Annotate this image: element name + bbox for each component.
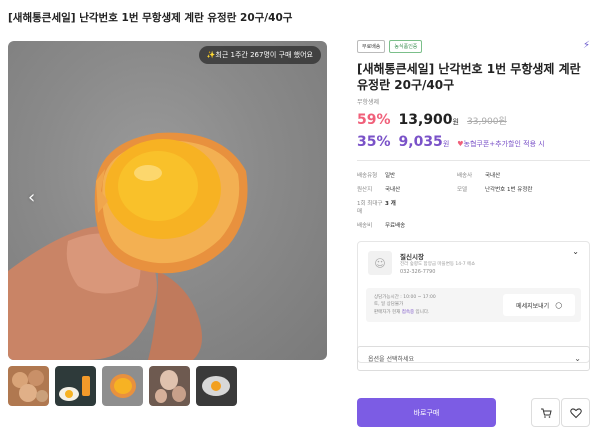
chat-bubble-icon: ◯ (555, 301, 562, 309)
product-subname: 무항생제 (357, 99, 380, 106)
option-select-placeholder: 옵션을 선택하세요 (368, 356, 415, 363)
coupon-currency-unit: 원 (442, 140, 450, 148)
info-key: 배송사 (457, 173, 473, 179)
max-quantity: 3 개 (385, 201, 396, 207)
option-select[interactable]: 옵션을 선택하세요 ⌄ (357, 346, 590, 371)
info-key: 모델 (457, 187, 468, 193)
price-row: 59% 13,900원 33,900원 (357, 112, 590, 128)
chevron-left-icon[interactable]: ‹ (28, 189, 35, 207)
share-icon[interactable]: ⚡ (583, 40, 590, 51)
info-key: 배송유형 (357, 173, 378, 179)
info-key: 원산지 (357, 187, 373, 193)
buy-now-label: 바로구매 (413, 408, 440, 417)
chevron-down-icon: ⌄ (574, 354, 581, 363)
seller-name: 질신시장 (400, 253, 424, 261)
tag-free-shipping: 무료배송 (357, 40, 386, 53)
product-name: [새해통큰세일] 난각번호 1번 무항생제 계란 유정란 20구/40구 (357, 62, 581, 92)
info-key: 1회 최대구매 (357, 201, 383, 215)
coupon-price: 9,035원 (399, 134, 450, 150)
info-value: 일반 (385, 173, 396, 179)
coupon-label: 농협쿠폰+추가할인 적용 시 (463, 140, 545, 148)
main-product-image[interactable]: ✨최근 1주간 267명이 구매 했어요 ‹ › (8, 41, 327, 360)
status-suffix: 입니다. (414, 310, 430, 315)
page-title: [새해통큰세일] 난각번호 1번 무항생제 계란 유정란 20구/40구 (8, 12, 293, 24)
thumbnail-list (8, 366, 237, 406)
currency-unit: 원 (452, 118, 459, 126)
product-info-panel: 무료배송 농식품인증 ⚡ [새해통큰세일] 난각번호 1번 무항생제 계란 유정… (357, 40, 590, 363)
status-online: 접속중 (401, 310, 415, 315)
buy-now-button[interactable]: 바로구매 (357, 398, 496, 427)
tag-list: 무료배송 농식품인증 (357, 40, 590, 53)
info-value: 무료배송 (385, 223, 406, 229)
consult-hours-line: 상담가능시간 : 10:00 ~ 17:00 (374, 295, 436, 300)
thumbnail-4[interactable] (149, 366, 190, 406)
info-key (457, 199, 485, 215)
chevron-down-icon[interactable]: ⌄ (572, 247, 579, 256)
thumbnail-3[interactable] (102, 366, 143, 406)
seller-address: 전라 숲향도 함양금 마을변동 14-7 에쇼 (400, 262, 476, 267)
cart-button[interactable] (531, 398, 560, 427)
coupon-text: ♥농협쿠폰+추가할인 적용 시 (457, 139, 544, 149)
info-value: 난각번호 1번 유정란 (485, 187, 533, 193)
info-value (485, 199, 590, 215)
info-value (485, 221, 590, 229)
seller-card[interactable]: ☺ 질신시장 전라 숲향도 함양금 마을변동 14-7 에쇼 032-326-7… (357, 241, 590, 363)
thumbnail-1[interactable] (8, 366, 49, 406)
heart-outline-icon (569, 407, 582, 418)
seller-phone: 032-326-7790 (400, 269, 436, 275)
send-message-label: 메세지보내기 (516, 302, 550, 310)
seller-status: 판매자가 현재 접속중 입니다. (374, 309, 429, 315)
coupon-price-row: 35% 9,035원 ♥농협쿠폰+추가할인 적용 시 (357, 134, 590, 150)
send-message-button[interactable]: 메세지보내기 ◯ (503, 294, 575, 316)
thumbnail-2[interactable] (55, 366, 96, 406)
info-value: 국내산 (485, 173, 501, 179)
info-key (457, 221, 485, 229)
original-price: 33,900원 (467, 117, 507, 127)
sale-price: 13,900원 (399, 112, 459, 128)
wishlist-button[interactable] (561, 398, 590, 427)
consult-box: 상담가능시간 : 10:00 ~ 17:00 토, 일 상담불가 판매자가 현재… (366, 288, 581, 322)
sale-price-value: 13,900 (398, 112, 453, 128)
info-key: 배송비 (357, 223, 373, 229)
divider (357, 160, 590, 161)
info-value: 국내산 (385, 187, 401, 193)
consult-hours: 상담가능시간 : 10:00 ~ 17:00 토, 일 상담불가 (374, 294, 436, 308)
tag-certified: 농식품인증 (389, 40, 423, 53)
product-info-grid: 배송유형 일반 배송사 국내산 원산지 국내산 모델 난각번호 1번 유정란 1… (357, 171, 590, 229)
status-prefix: 판매자가 현재 (374, 310, 402, 315)
coupon-discount-rate: 35% (357, 134, 391, 150)
consult-days-line: 토, 일 상담불가 (374, 302, 404, 307)
coupon-price-value: 9,035 (398, 134, 443, 150)
cart-icon (540, 408, 552, 418)
info-value: 3 개 (385, 199, 457, 215)
purchase-count-badge: ✨최근 1주간 267명이 구매 했어요 (198, 46, 321, 64)
egg-photo (8, 132, 248, 360)
seller-avatar-icon: ☺ (368, 251, 392, 275)
thumbnail-5[interactable] (196, 366, 237, 406)
discount-rate: 59% (357, 112, 391, 128)
